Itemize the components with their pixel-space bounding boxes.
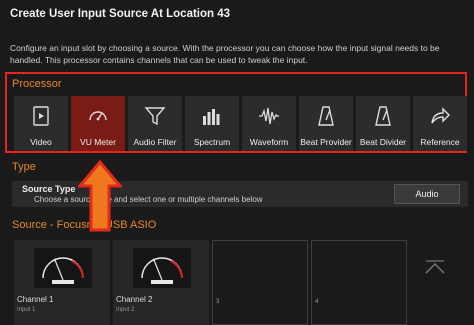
channel-tile-4[interactable]: 4 <box>311 240 407 325</box>
processor-spectrum[interactable]: Spectrum <box>185 96 239 151</box>
channel-tile-1[interactable]: Channel 1 Input 1 <box>14 240 110 325</box>
processor-vu-meter-label: VU Meter <box>80 137 116 147</box>
channel-1-input: Input 1 <box>17 307 36 313</box>
scroll-up-icon[interactable] <box>422 255 448 281</box>
processor-list: Video VU Meter Audio Filter Spectrum Wav… <box>14 96 467 151</box>
dialog-description: Configure an input slot by choosing a so… <box>10 43 440 65</box>
vu-meter-thumbnail-icon <box>133 248 191 288</box>
metronome-icon <box>318 106 334 126</box>
processor-audio-filter-label: Audio Filter <box>133 137 177 147</box>
processor-beat-provider[interactable]: Beat Provider <box>299 96 353 151</box>
processor-beat-provider-label: Beat Provider <box>300 137 352 147</box>
channel-2-input: Input 2 <box>116 307 135 313</box>
processor-reference[interactable]: Reference <box>413 96 467 151</box>
gauge-icon <box>89 111 107 121</box>
processor-waveform[interactable]: Waveform <box>242 96 296 151</box>
red-arrow-annotation-icon <box>78 160 122 232</box>
channel-4-number: 4 <box>315 299 319 305</box>
processor-spectrum-label: Spectrum <box>193 137 231 147</box>
video-icon <box>33 106 49 126</box>
dialog-title: Create User Input Source At Location 43 <box>10 8 231 20</box>
channel-tile-3[interactable]: 3 <box>212 240 308 325</box>
processor-reference-label: Reference <box>420 137 460 147</box>
source-type-hint: Choose a source type and select one or m… <box>34 195 263 204</box>
audio-source-button[interactable]: Audio <box>394 184 460 204</box>
channel-grid: Channel 1 Input 1 Channel 2 Input 2 3 4 <box>14 240 407 325</box>
processor-video[interactable]: Video <box>14 96 68 151</box>
processor-beat-divider-label: Beat Divider <box>359 137 407 147</box>
type-section-label: Type <box>12 161 36 173</box>
metronome-icon <box>375 106 391 126</box>
channel-tile-2[interactable]: Channel 2 Input 2 <box>113 240 209 325</box>
processor-vu-meter[interactable]: VU Meter <box>71 96 125 151</box>
processor-waveform-label: Waveform <box>249 137 289 147</box>
channel-2-name: Channel 2 <box>116 295 153 304</box>
filter-icon <box>144 107 166 126</box>
source-type-label: Source Type <box>22 184 76 194</box>
processor-section-label: Processor <box>12 78 62 90</box>
waveform-icon <box>259 107 279 125</box>
spectrum-icon <box>203 109 220 125</box>
processor-beat-divider[interactable]: Beat Divider <box>356 96 410 151</box>
processor-video-label: Video <box>30 137 52 147</box>
share-arrow-icon <box>431 107 450 124</box>
channel-3-number: 3 <box>216 299 220 305</box>
vu-meter-thumbnail-icon <box>34 248 92 288</box>
processor-audio-filter[interactable]: Audio Filter <box>128 96 182 151</box>
channel-1-name: Channel 1 <box>17 295 54 304</box>
